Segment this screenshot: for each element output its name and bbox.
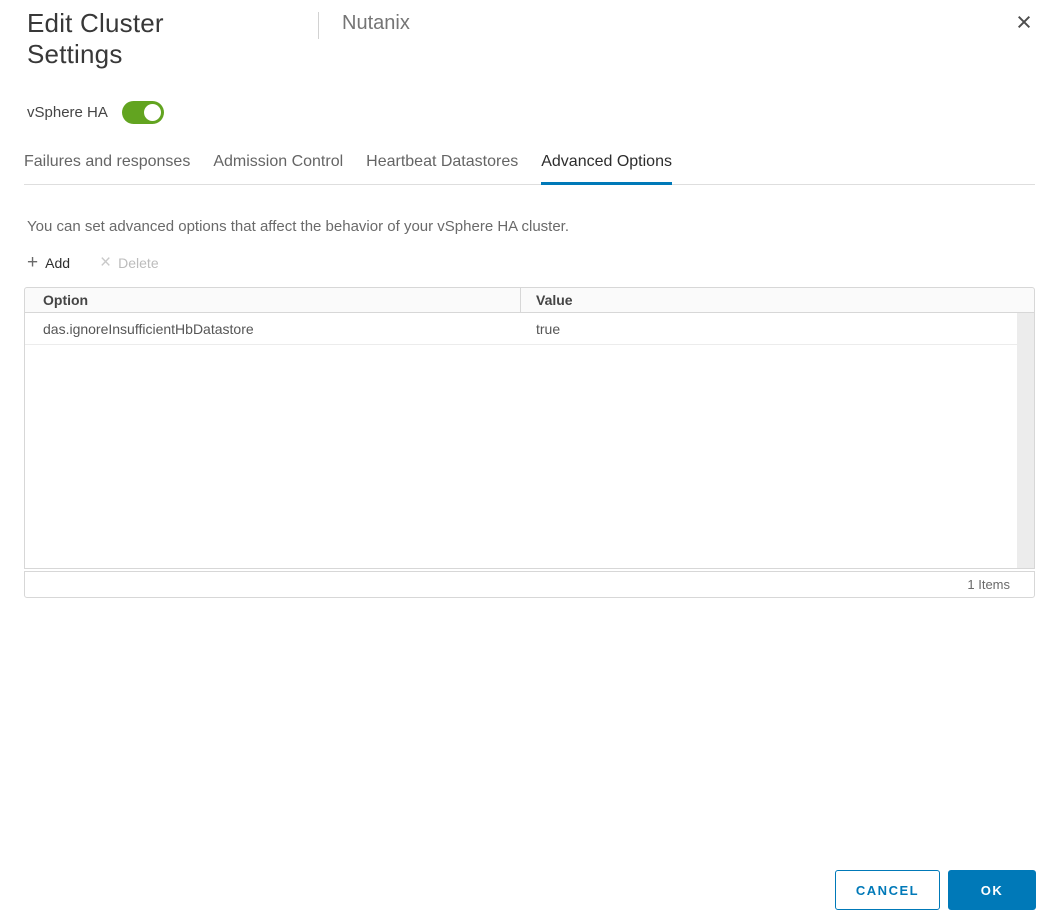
tab-failures-and-responses[interactable]: Failures and responses <box>24 150 190 185</box>
table-row[interactable]: das.ignoreInsufficientHbDatastore true <box>25 313 1034 345</box>
tab-heartbeat-datastores[interactable]: Heartbeat Datastores <box>366 150 518 185</box>
ok-button[interactable]: OK <box>948 870 1036 910</box>
vsphere-ha-toggle-row: vSphere HA <box>27 101 164 124</box>
value-cell: true <box>536 321 561 337</box>
cluster-name-subtitle: Nutanix <box>342 12 410 34</box>
page-title-line1: Edit Cluster <box>27 8 164 38</box>
delete-button-label: Delete <box>118 255 159 271</box>
table-footer: 1 Items <box>24 571 1035 598</box>
vsphere-ha-toggle[interactable] <box>121 101 164 124</box>
edit-cluster-settings-dialog: Edit Cluster Settings Nutanix × vSphere … <box>0 0 1060 924</box>
page-title-line2: Settings <box>27 39 123 69</box>
table-header-row: Option Value <box>24 287 1035 313</box>
tab-admission-control[interactable]: Admission Control <box>213 150 343 185</box>
vsphere-ha-label: vSphere HA <box>27 104 108 121</box>
delete-x-icon: × <box>100 252 112 273</box>
grid-toolbar: + Add × Delete <box>27 252 159 273</box>
action-bar: CANCEL OK <box>835 870 1036 910</box>
close-icon[interactable]: × <box>1010 8 1038 36</box>
add-button-label: Add <box>45 255 71 271</box>
table-body: das.ignoreInsufficientHbDatastore true <box>24 313 1035 569</box>
plus-icon: + <box>27 252 39 273</box>
tab-advanced-options[interactable]: Advanced Options <box>541 150 672 185</box>
column-header-option[interactable]: Option <box>25 288 521 312</box>
cancel-button[interactable]: CANCEL <box>835 870 940 910</box>
toggle-knob <box>143 104 161 121</box>
tab-bar: Failures and responses Admission Control… <box>24 150 1035 185</box>
delete-button[interactable]: × Delete <box>100 252 159 273</box>
vertical-scrollbar[interactable] <box>1017 313 1034 568</box>
column-header-value[interactable]: Value <box>521 288 1034 312</box>
add-button[interactable]: + Add <box>27 252 71 273</box>
items-count: 1 Items <box>967 577 1010 592</box>
page-title: Edit Cluster Settings <box>27 8 257 70</box>
advanced-options-description: You can set advanced options that affect… <box>27 218 570 235</box>
option-cell: das.ignoreInsufficientHbDatastore <box>43 321 254 337</box>
advanced-options-table: Option Value das.ignoreInsufficientHbDat… <box>24 287 1035 598</box>
title-divider <box>318 12 319 39</box>
